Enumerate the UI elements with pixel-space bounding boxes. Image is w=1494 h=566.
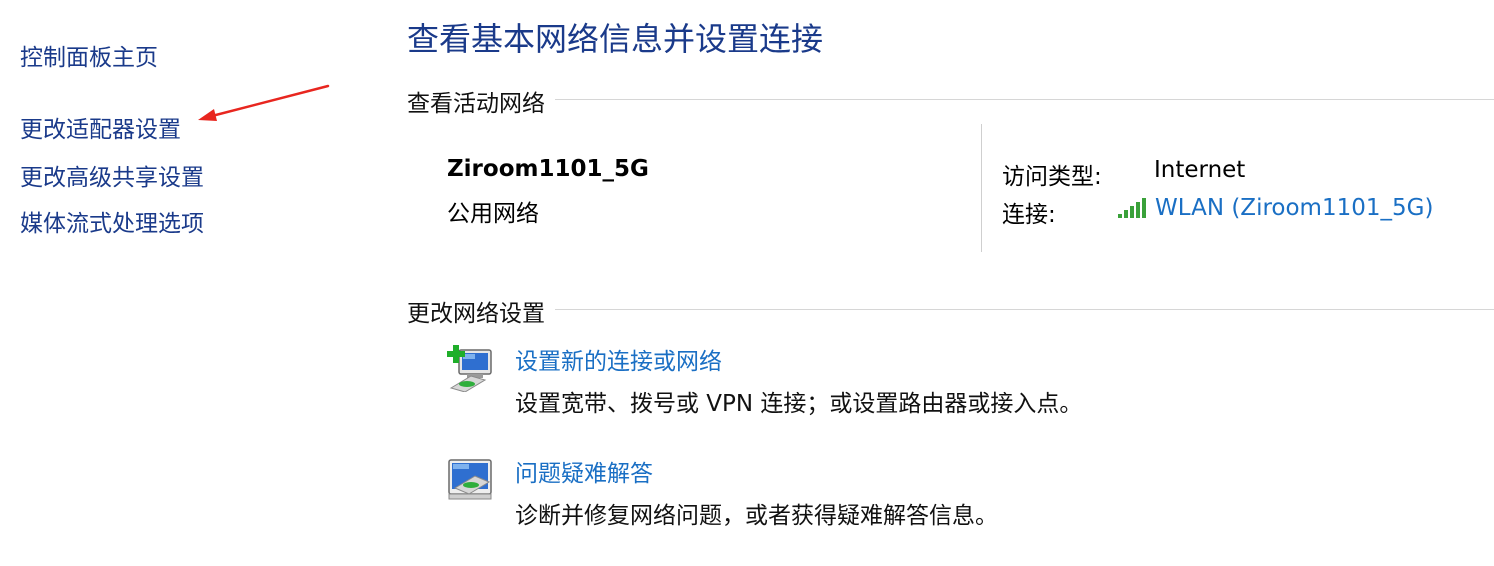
network-sharing-center: 控制面板主页 更改适配器设置 更改高级共享设置 媒体流式处理选项 查看基本网络信… <box>0 0 1494 566</box>
setup-new-connection-description: 设置宽带、拨号或 VPN 连接；或设置路由器或接入点。 <box>515 391 1083 417</box>
active-networks-section-header: 查看活动网络 <box>407 84 1494 118</box>
change-settings-section-header: 更改网络设置 <box>407 294 1494 328</box>
troubleshoot-problems-description: 诊断并修复网络问题，或者获得疑难解答信息。 <box>515 503 998 529</box>
active-networks-heading: 查看活动网络 <box>407 84 555 118</box>
network-name: Ziroom1101_5G <box>447 156 649 182</box>
sidebar-link-control-panel-home[interactable]: 控制面板主页 <box>20 38 158 72</box>
sidebar-link-media-streaming-options[interactable]: 媒体流式处理选项 <box>20 204 204 238</box>
task-new-connection: 设置新的连接或网络 设置宽带、拨号或 VPN 连接；或设置路由器或接入点。 <box>445 340 1345 420</box>
annotation-arrow-icon <box>198 84 330 121</box>
divider <box>407 99 1494 100</box>
network-category: 公用网络 <box>447 201 539 227</box>
wifi-signal-icon <box>1118 198 1146 218</box>
setup-new-connection-link[interactable]: 设置新的连接或网络 <box>515 342 722 376</box>
wlan-connection-label: WLAN (Ziroom1101_5G) <box>1155 195 1434 221</box>
divider <box>407 309 1494 310</box>
sidebar: 控制面板主页 更改适配器设置 更改高级共享设置 媒体流式处理选项 <box>0 0 380 566</box>
troubleshoot-problems-link[interactable]: 问题疑难解答 <box>515 454 653 488</box>
change-settings-heading: 更改网络设置 <box>407 294 555 328</box>
task-troubleshoot: 问题疑难解答 诊断并修复网络问题，或者获得疑难解答信息。 <box>445 452 1345 532</box>
access-type-label: 访问类型: <box>1002 164 1102 190</box>
wlan-connection-link[interactable]: WLAN (Ziroom1101_5G) <box>1117 195 1433 221</box>
page-title: 查看基本网络信息并设置连接 <box>407 20 824 58</box>
troubleshoot-icon <box>448 459 492 500</box>
access-type-value: Internet <box>1154 157 1246 183</box>
sidebar-link-advanced-sharing-settings[interactable]: 更改高级共享设置 <box>20 158 204 192</box>
connections-label: 连接: <box>1002 202 1056 228</box>
vertical-divider <box>981 124 982 252</box>
main-content: 查看基本网络信息并设置连接 查看活动网络 Ziroom1101_5G 公用网络 … <box>407 0 1494 566</box>
new-connection-icon <box>447 345 492 392</box>
sidebar-link-change-adapter-settings[interactable]: 更改适配器设置 <box>20 110 181 144</box>
